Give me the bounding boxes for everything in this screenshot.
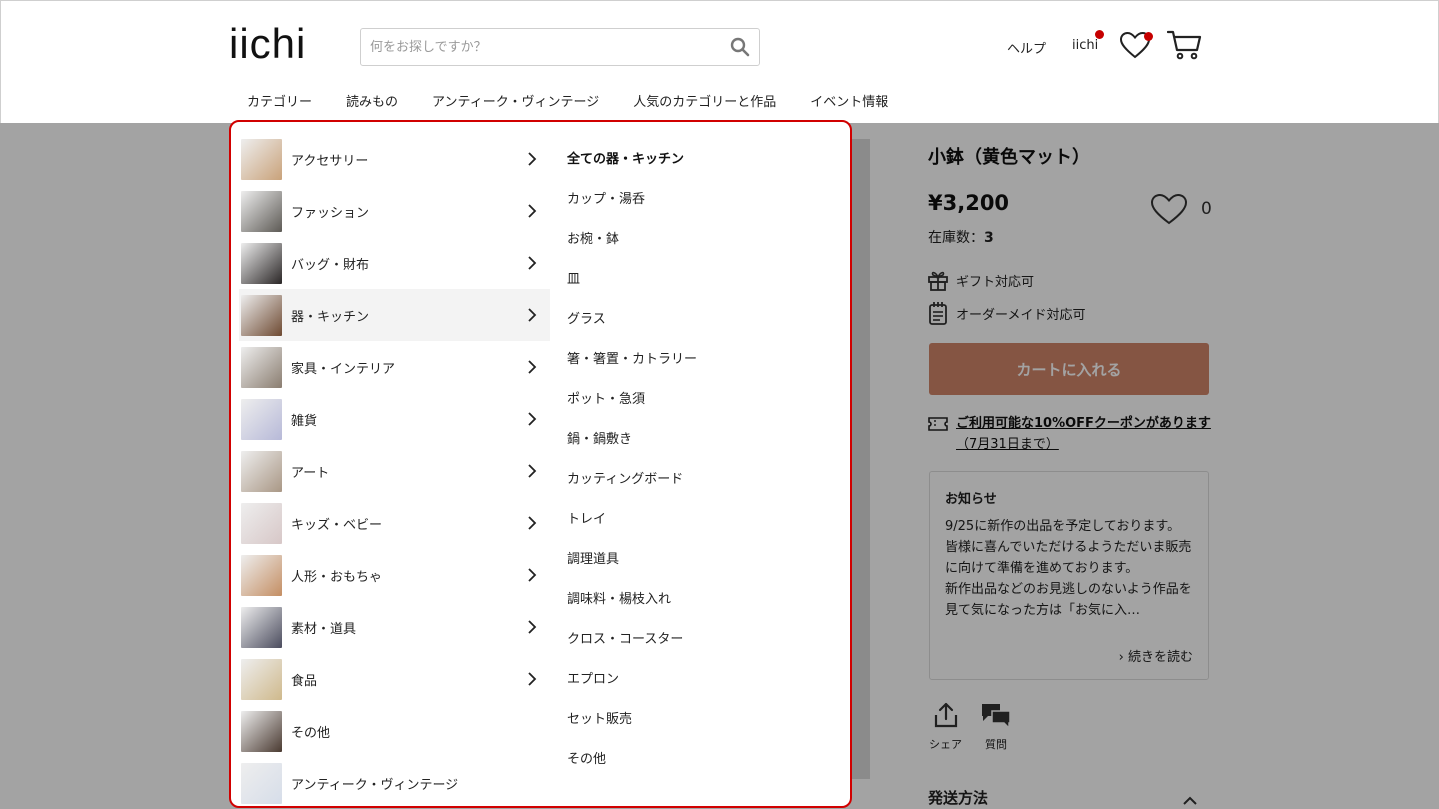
- nav-category[interactable]: カテゴリー: [247, 91, 312, 110]
- cart-icon[interactable]: [1166, 30, 1203, 64]
- category-item[interactable]: ファッション: [239, 185, 550, 237]
- category-label: ファッション: [291, 205, 370, 221]
- category-label: アート: [291, 465, 330, 481]
- subcategory-link[interactable]: 調理道具: [567, 537, 837, 577]
- category-thumbnail: [241, 190, 282, 232]
- search-input[interactable]: [361, 29, 711, 65]
- chevron-right-icon: [527, 671, 537, 691]
- favorites-badge-dot: [1144, 32, 1153, 41]
- nav-antique-vintage[interactable]: アンティーク・ヴィンテージ: [432, 91, 599, 110]
- subcategory-all-link[interactable]: 全ての器・キッチン: [567, 137, 837, 177]
- nav-popular[interactable]: 人気のカテゴリーと作品: [633, 91, 776, 110]
- subcategory-link[interactable]: エプロン: [567, 657, 837, 697]
- subcategory-link[interactable]: セット販売: [567, 697, 837, 737]
- category-item[interactable]: 家具・インテリア: [239, 341, 550, 393]
- category-thumbnail: [241, 710, 282, 752]
- search-box: [360, 28, 760, 66]
- chevron-right-icon: [527, 619, 537, 639]
- category-thumbnail: [241, 554, 282, 596]
- category-item[interactable]: 素材・道具: [239, 601, 550, 653]
- category-thumbnail: [241, 138, 282, 180]
- category-menu: アクセサリー ファッション バッグ・財布 器・キッチン家具・インテリア 雑貨アートキッズ…: [229, 120, 852, 808]
- nav-readings[interactable]: 読みもの: [346, 91, 398, 110]
- subcategory-link[interactable]: クロス・コースター: [567, 617, 837, 657]
- category-thumbnail: [241, 294, 282, 336]
- subcategory-link[interactable]: 箸・箸置・カトラリー: [567, 337, 837, 377]
- category-label: アンティーク・ヴィンテージ: [291, 777, 459, 793]
- category-label: 食品: [291, 673, 318, 689]
- category-thumbnail: [241, 762, 282, 804]
- subcategory-link[interactable]: グラス: [567, 297, 837, 337]
- category-label: 素材・道具: [291, 621, 357, 637]
- category-thumbnail: [241, 450, 282, 492]
- nav-events[interactable]: イベント情報: [810, 91, 888, 110]
- category-item[interactable]: バッグ・財布: [239, 237, 550, 289]
- category-item[interactable]: 人形・おもちゃ: [239, 549, 550, 601]
- subcategory-link[interactable]: 調味料・楊枝入れ: [567, 577, 837, 617]
- category-list: アクセサリー ファッション バッグ・財布 器・キッチン家具・インテリア 雑貨アートキッズ…: [239, 133, 550, 806]
- subcategory-link[interactable]: カップ・湯呑: [567, 177, 837, 217]
- subcategory-link[interactable]: お椀・鉢: [567, 217, 837, 257]
- subcategory-link[interactable]: トレイ: [567, 497, 837, 537]
- category-thumbnail: [241, 346, 282, 388]
- site-header: iichi ヘルプ iichi カテゴリー 読みもの アンティーク・ヴィンテージ…: [0, 0, 1439, 123]
- category-thumbnail: [241, 502, 282, 544]
- category-label: アクセサリー: [291, 153, 369, 169]
- subcategory-link[interactable]: 皿: [567, 257, 837, 297]
- category-thumbnail: [241, 658, 282, 700]
- main-nav: カテゴリー 読みもの アンティーク・ヴィンテージ 人気のカテゴリーと作品 イベン…: [247, 91, 922, 110]
- category-label: その他: [291, 725, 331, 741]
- category-thumbnail: [241, 398, 282, 440]
- user-menu[interactable]: iichi: [1072, 38, 1098, 53]
- category-item[interactable]: その他: [239, 705, 550, 757]
- category-label: 器・キッチン: [291, 309, 370, 325]
- category-label: 人形・おもちゃ: [291, 569, 383, 585]
- category-label: 雑貨: [291, 413, 318, 429]
- chevron-right-icon: [527, 151, 537, 171]
- logo[interactable]: iichi: [229, 23, 306, 65]
- category-item[interactable]: アクセサリー: [239, 133, 550, 185]
- category-item[interactable]: 器・キッチン: [239, 289, 550, 341]
- chevron-right-icon: [527, 203, 537, 223]
- category-label: 家具・インテリア: [291, 361, 396, 377]
- chevron-right-icon: [527, 255, 537, 275]
- notification-dot: [1095, 30, 1104, 39]
- chevron-right-icon: [527, 411, 537, 431]
- subcategory-link[interactable]: カッティングボード: [567, 457, 837, 497]
- search-icon[interactable]: [730, 37, 750, 61]
- subcategory-list: 全ての器・キッチン カップ・湯呑 お椀・鉢皿グラス 箸・箸置・カトラリー ポット・急須鍋…: [567, 137, 837, 777]
- category-item[interactable]: アート: [239, 445, 550, 497]
- category-thumbnail: [241, 606, 282, 648]
- chevron-right-icon: [527, 307, 537, 327]
- subcategory-link[interactable]: ポット・急須: [567, 377, 837, 417]
- category-label: バッグ・財布: [291, 257, 370, 273]
- subcategory-link[interactable]: 鍋・鍋敷き: [567, 417, 837, 457]
- subcategory-link[interactable]: その他: [567, 737, 837, 777]
- category-item[interactable]: 雑貨: [239, 393, 550, 445]
- chevron-right-icon: [527, 515, 537, 535]
- category-thumbnail: [241, 242, 282, 284]
- help-link[interactable]: ヘルプ: [1007, 38, 1046, 57]
- chevron-right-icon: [527, 463, 537, 483]
- category-item[interactable]: キッズ・ベビー: [239, 497, 550, 549]
- category-item[interactable]: 食品: [239, 653, 550, 705]
- chevron-right-icon: [527, 567, 537, 587]
- chevron-right-icon: [527, 359, 537, 379]
- category-item[interactable]: アンティーク・ヴィンテージ: [239, 757, 550, 806]
- category-label: キッズ・ベビー: [291, 517, 383, 533]
